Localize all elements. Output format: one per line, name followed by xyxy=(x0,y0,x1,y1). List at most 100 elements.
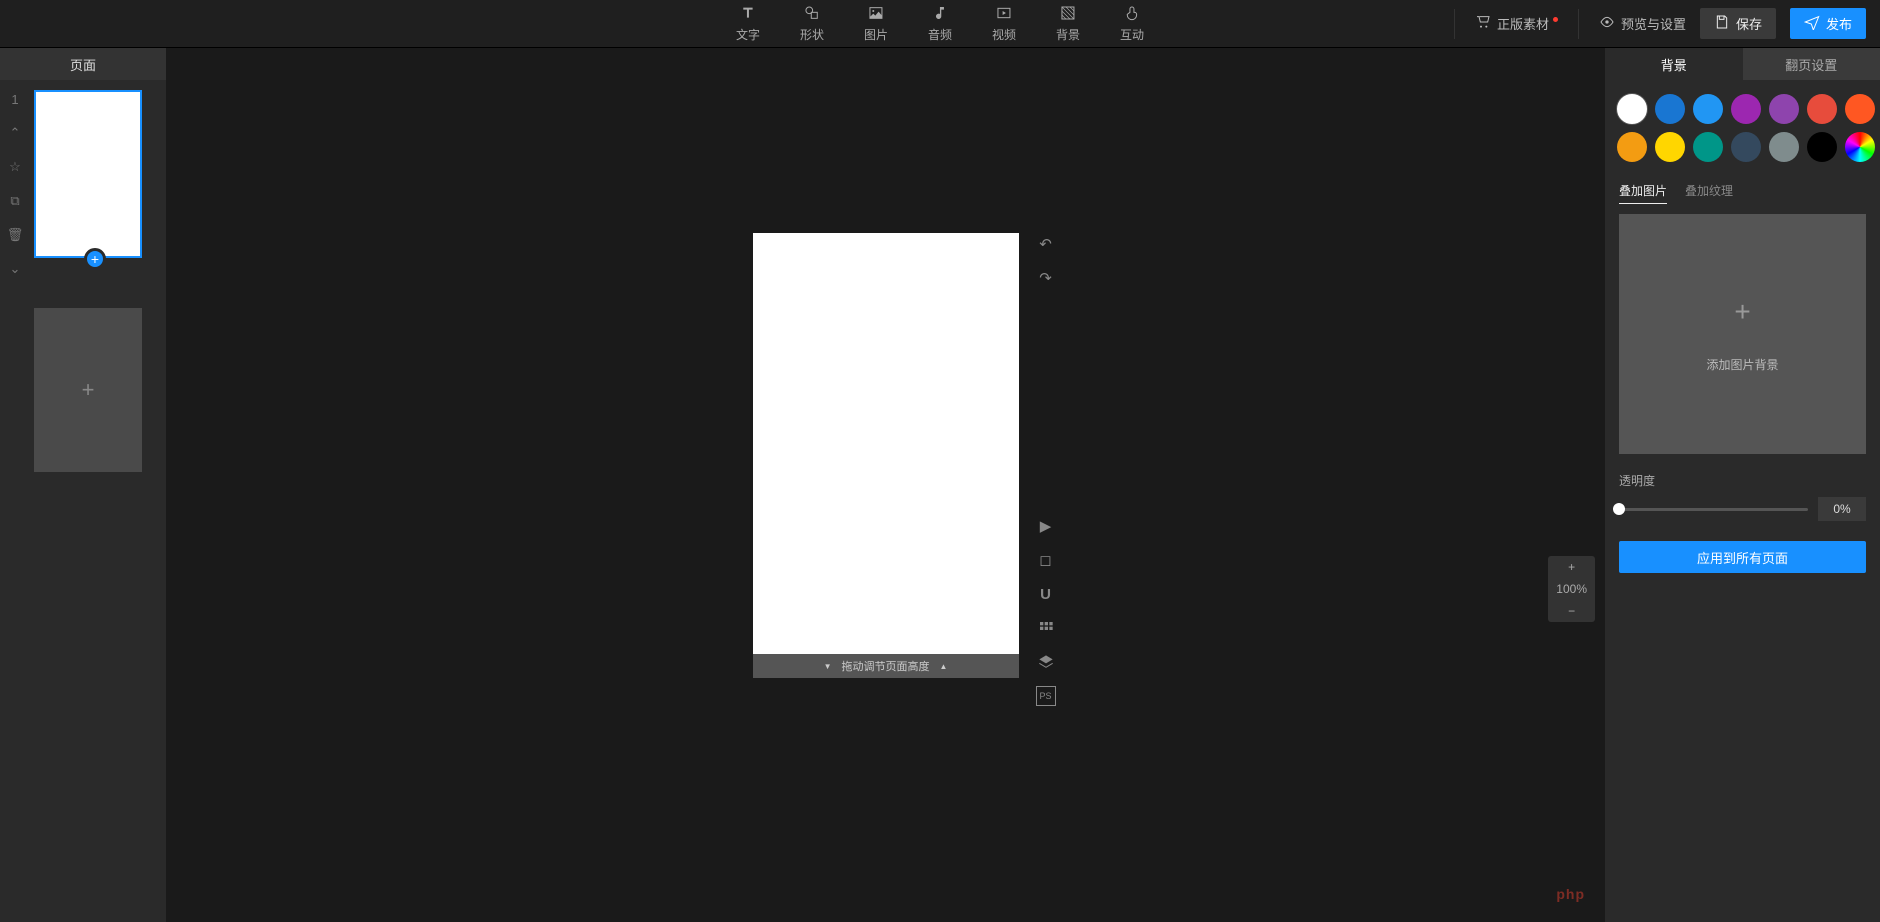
right-panel: 背景 翻页设置 叠加图片 叠加纹理 + 添加图片背景 xyxy=(1605,48,1880,922)
color-swatch-custom[interactable] xyxy=(1845,132,1875,162)
image-icon xyxy=(868,4,884,22)
background-icon xyxy=(1060,4,1076,22)
zoom-out-button[interactable]: − xyxy=(1560,600,1583,622)
opacity-value[interactable]: 0% xyxy=(1818,497,1866,521)
tool-label: 图片 xyxy=(864,26,888,43)
add-image-background[interactable]: + 添加图片背景 xyxy=(1619,214,1866,454)
tool-text[interactable]: 文字 xyxy=(726,0,770,47)
canvas-area: ▼ 拖动调节页面高度 ▲ ↶ ↷ ▶ ◻ U PS + 100% − php xyxy=(166,48,1605,922)
publish-button[interactable]: 发布 xyxy=(1790,8,1866,39)
licensed-assets-link[interactable]: 正版素材 xyxy=(1475,14,1558,33)
interact-icon xyxy=(1124,4,1140,22)
color-swatch[interactable] xyxy=(1731,94,1761,124)
triangle-down-icon: ▼ xyxy=(824,662,832,671)
insert-page-button[interactable]: + xyxy=(84,248,106,270)
color-swatch[interactable] xyxy=(1807,94,1837,124)
u-shape-icon[interactable]: U xyxy=(1036,584,1056,604)
send-icon xyxy=(1804,14,1820,33)
color-swatch[interactable] xyxy=(1845,94,1875,124)
page-number: 1 xyxy=(11,92,18,107)
color-swatch[interactable] xyxy=(1655,94,1685,124)
color-swatch[interactable] xyxy=(1807,132,1837,162)
cart-icon xyxy=(1475,14,1491,33)
canvas-resize-handle[interactable]: ▼ 拖动调节页面高度 ▲ xyxy=(753,654,1019,678)
tab-page-flip[interactable]: 翻页设置 xyxy=(1743,48,1880,80)
page-thumb-wrapper: + xyxy=(34,90,156,258)
undo-icon[interactable]: ↶ xyxy=(1036,234,1056,254)
triangle-up-icon: ▲ xyxy=(940,662,948,671)
add-page-button[interactable]: + xyxy=(34,308,142,472)
tool-label: 形状 xyxy=(800,26,824,43)
top-right-group: 正版素材 预览与设置 保存 发布 xyxy=(1448,0,1866,47)
button-label: 保存 xyxy=(1736,14,1762,33)
crop-icon[interactable]: ◻ xyxy=(1036,550,1056,570)
slider-thumb[interactable] xyxy=(1613,503,1625,515)
color-swatch[interactable] xyxy=(1769,94,1799,124)
star-icon[interactable]: ☆ xyxy=(9,159,21,175)
main-area: 页面 1 ⌃ ☆ ⧉ 🗑 ⌄ + + ▼ 拖动调节页面高度 xyxy=(0,48,1880,922)
tool-shape[interactable]: 形状 xyxy=(790,0,834,47)
save-button[interactable]: 保存 xyxy=(1700,8,1776,39)
tool-audio[interactable]: 音频 xyxy=(918,0,962,47)
tool-image[interactable]: 图片 xyxy=(854,0,898,47)
plus-icon: + xyxy=(1734,296,1750,328)
separator xyxy=(1578,9,1579,39)
eye-icon xyxy=(1599,14,1615,33)
overlay-tabs: 叠加图片 叠加纹理 xyxy=(1605,170,1880,210)
page-thumbnail-1[interactable] xyxy=(34,90,142,258)
tool-label: 背景 xyxy=(1056,26,1080,43)
video-icon xyxy=(996,4,1012,22)
zoom-in-button[interactable]: + xyxy=(1560,556,1583,578)
color-swatch[interactable] xyxy=(1769,132,1799,162)
psd-icon[interactable]: PS xyxy=(1036,686,1056,706)
button-label: 发布 xyxy=(1826,14,1852,33)
link-label: 预览与设置 xyxy=(1621,14,1686,33)
grid-icon[interactable] xyxy=(1036,618,1056,638)
left-panel: 页面 1 ⌃ ☆ ⧉ 🗑 ⌄ + + xyxy=(0,48,166,922)
tool-label: 视频 xyxy=(992,26,1016,43)
left-panel-body: 1 ⌃ ☆ ⧉ 🗑 ⌄ + + xyxy=(0,80,166,922)
opacity-section: 透明度 0% xyxy=(1605,466,1880,535)
canvas[interactable] xyxy=(753,233,1019,678)
left-rail: 1 ⌃ ☆ ⧉ 🗑 ⌄ xyxy=(0,80,30,922)
add-image-label: 添加图片背景 xyxy=(1706,356,1778,373)
apply-all-pages-button[interactable]: 应用到所有页面 xyxy=(1619,541,1866,573)
overlay-tab-image[interactable]: 叠加图片 xyxy=(1619,182,1667,204)
color-swatch-white[interactable] xyxy=(1617,94,1647,124)
toolbar-center: 文字 形状 图片 音频 视频 背景 互动 xyxy=(726,0,1154,47)
save-icon xyxy=(1714,14,1730,33)
color-swatch[interactable] xyxy=(1731,132,1761,162)
top-toolbar: 文字 形状 图片 音频 视频 背景 互动 正版素材 xyxy=(0,0,1880,48)
delete-icon[interactable]: 🗑 xyxy=(7,227,24,243)
text-icon xyxy=(740,4,756,22)
tool-background[interactable]: 背景 xyxy=(1046,0,1090,47)
color-swatch[interactable] xyxy=(1693,94,1723,124)
play-icon[interactable]: ▶ xyxy=(1036,516,1056,536)
canvas-side-tools: ↶ ↷ ▶ ◻ U PS xyxy=(1036,234,1056,706)
layers-icon[interactable] xyxy=(1036,652,1056,672)
color-swatch[interactable] xyxy=(1655,132,1685,162)
page-thumbnails: + + xyxy=(30,80,166,922)
overlay-tab-texture[interactable]: 叠加纹理 xyxy=(1685,182,1733,204)
resize-hint: 拖动调节页面高度 xyxy=(842,658,930,674)
tool-label: 音频 xyxy=(928,26,952,43)
watermark: php xyxy=(1556,886,1585,902)
opacity-slider[interactable] xyxy=(1619,508,1808,511)
copy-icon[interactable]: ⧉ xyxy=(10,193,19,209)
color-swatch[interactable] xyxy=(1693,132,1723,162)
preview-settings-link[interactable]: 预览与设置 xyxy=(1599,14,1686,33)
separator xyxy=(1454,9,1455,39)
shape-icon xyxy=(804,4,820,22)
background-color-grid xyxy=(1605,80,1880,170)
link-label: 正版素材 xyxy=(1497,14,1549,33)
color-swatch[interactable] xyxy=(1617,132,1647,162)
tab-background[interactable]: 背景 xyxy=(1605,48,1743,80)
notification-dot xyxy=(1553,17,1558,22)
opacity-control: 0% xyxy=(1619,497,1866,521)
tool-video[interactable]: 视频 xyxy=(982,0,1026,47)
collapse-down-icon[interactable]: ⌄ xyxy=(10,261,21,277)
tool-label: 互动 xyxy=(1120,26,1144,43)
redo-icon[interactable]: ↷ xyxy=(1036,268,1056,288)
tool-interact[interactable]: 互动 xyxy=(1110,0,1154,47)
collapse-up-icon[interactable]: ⌃ xyxy=(10,125,21,141)
